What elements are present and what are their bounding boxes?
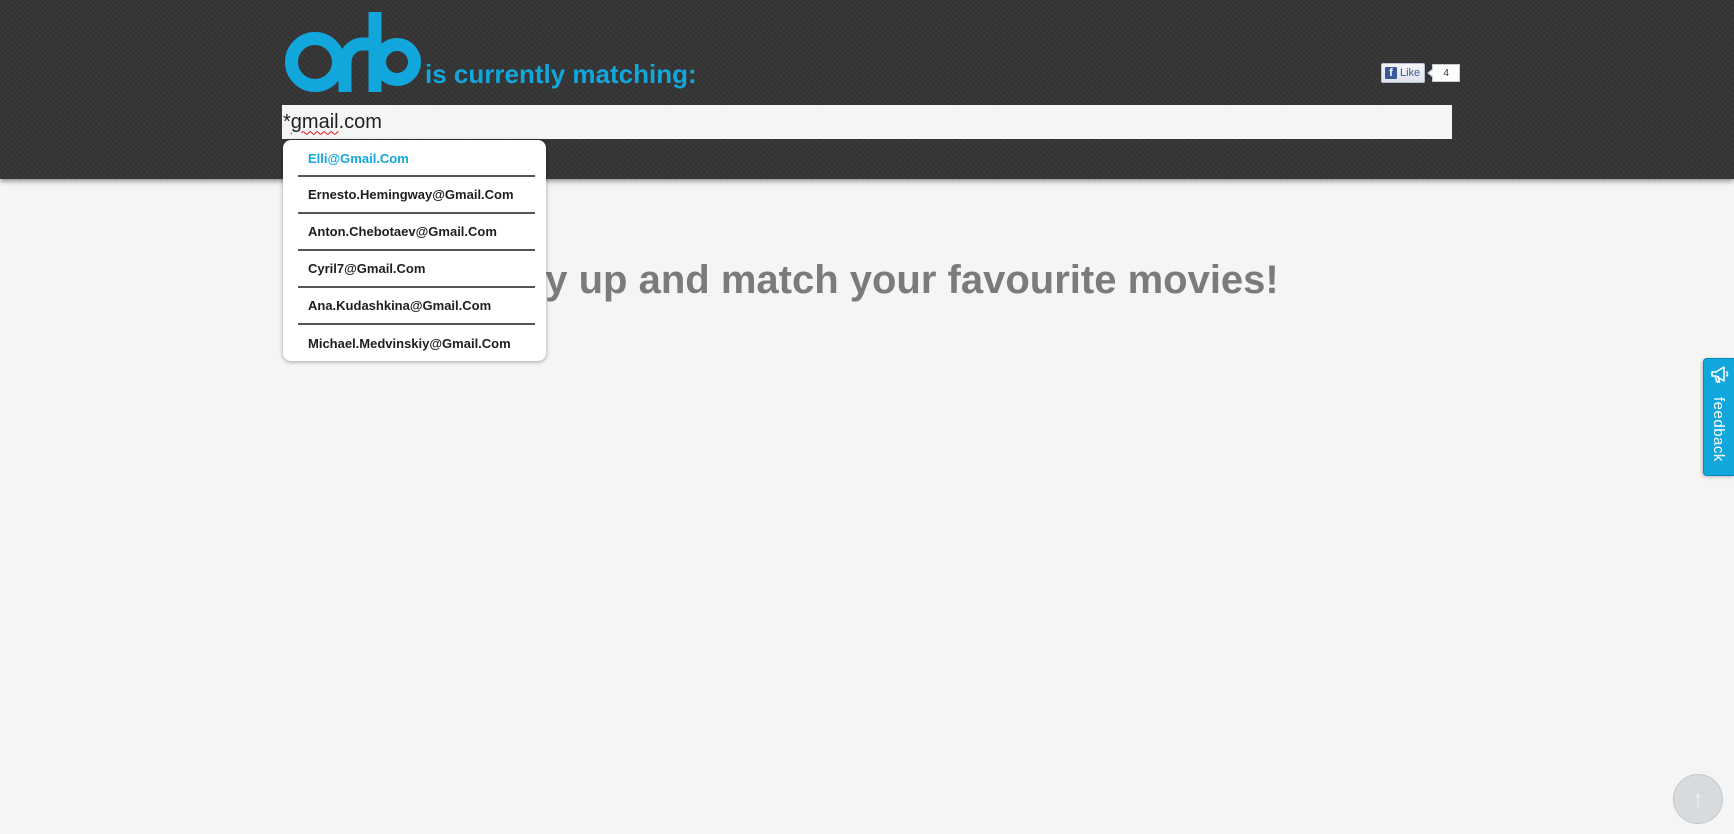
suggestion-item[interactable]: Cyril7@Gmail.Com — [298, 251, 535, 288]
suggestion-list: Elli@Gmail.Com Ernesto.Hemingway@Gmail.C… — [283, 140, 546, 362]
suggestion-item[interactable]: Anton.Chebotaev@Gmail.Com — [298, 214, 535, 251]
facebook-like-button[interactable]: f Like — [1381, 63, 1426, 83]
facebook-like-label: Like — [1400, 67, 1421, 79]
search-value-prefix: * — [283, 110, 291, 133]
suggestion-item[interactable]: Michael.Medvinskiy@Gmail.Com — [298, 325, 535, 362]
search-input[interactable]: * gmail .com — [282, 105, 1452, 139]
arrow-up-icon: ↑ — [1691, 783, 1705, 814]
facebook-like-count: 4 — [1427, 64, 1461, 82]
header-tagline: is currently matching: — [425, 59, 697, 89]
suggestion-item[interactable]: Ana.Kudashkina@Gmail.Com — [298, 288, 535, 325]
search-value-suffix: .com — [338, 110, 382, 133]
site-header: is currently matching: f Like 4 * gmail .c… — [0, 0, 1734, 179]
suggestion-item[interactable]: Elli@Gmail.Com — [298, 140, 535, 177]
autocomplete-dropdown: Elli@Gmail.Com Ernesto.Hemingway@Gmail.C… — [283, 140, 546, 361]
suggestion-item[interactable]: Ernesto.Hemingway@Gmail.Com — [298, 177, 535, 214]
feedback-label: feedback — [1710, 397, 1727, 462]
megaphone-icon — [1711, 366, 1729, 383]
feedback-tab[interactable]: feedback — [1703, 358, 1734, 476]
search-value-misspelled-word: gmail — [290, 110, 339, 133]
facebook-icon: f — [1385, 67, 1397, 79]
orb-logo[interactable] — [285, 12, 421, 92]
scroll-to-top-button[interactable]: ↑ — [1673, 774, 1723, 824]
main-headline: y up and match your favourite movies! — [545, 258, 1279, 302]
facebook-like-widget: f Like 4 — [1381, 63, 1461, 83]
